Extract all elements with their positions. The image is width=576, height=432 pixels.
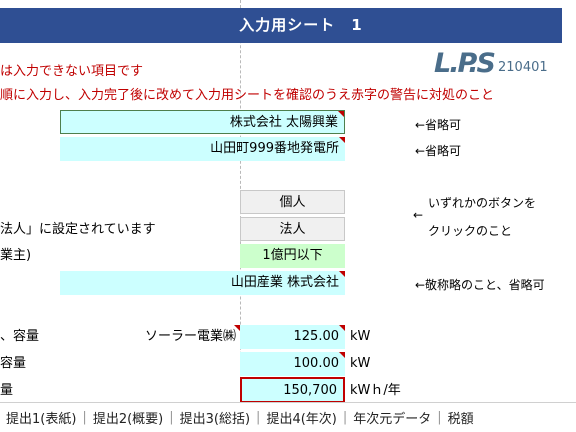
vendor-name-field[interactable]: 山田産業 株式会社 (60, 271, 345, 295)
choose-arrow: ← (413, 208, 424, 222)
capacity-label: 、容量 (0, 329, 40, 344)
company-name-field[interactable]: 株式会社 太陽興業 (60, 110, 345, 134)
tab-tax[interactable]: 税額 (442, 408, 480, 427)
instruction-line-2: 順に入力し、入力完了後に改めて入力用シートを確認のうえ赤字の警告に対処のこと (0, 88, 495, 103)
generation-unit: kWｈ/年 (350, 383, 401, 398)
honorific-note: ←敬称略のこと、省略可 (415, 278, 545, 292)
corporate-button[interactable]: 法人 (240, 217, 345, 241)
tab-submit-4[interactable]: 提出4(年次) (260, 408, 342, 427)
tab-submit-1[interactable]: 提出1(表紙) (0, 408, 82, 427)
tab-submit-3[interactable]: 提出3(総括) (174, 408, 256, 427)
tab-annual-data[interactable]: 年次元データ (347, 408, 437, 427)
plant-name-field[interactable]: 山田町999番地発電所 (60, 137, 345, 161)
lps-logo: L.P.S (434, 48, 496, 79)
sheet-title: 入力用シート 1 (239, 16, 363, 34)
individual-button[interactable]: 個人 (240, 190, 345, 214)
choose-note-2: クリックのこと (428, 224, 513, 238)
capital-label: 業主) (0, 248, 32, 263)
capacity2-field[interactable]: 100.00 (240, 352, 345, 376)
generation-field[interactable]: 150,700 (240, 377, 345, 403)
maker-field[interactable]: ソーラー電業㈱ (130, 325, 240, 349)
corporate-set-text: 法人」に設定されています (0, 222, 156, 237)
omit-note-2: ←省略可 (415, 144, 462, 158)
instruction-line-1: は入力できない項目です (0, 64, 144, 79)
sheet-tab-bar: 提出1(表紙) | 提出2(概要) | 提出3(総括) | 提出4(年次) | 年次元デ… (0, 402, 576, 432)
capacity-field[interactable]: 125.00 (240, 325, 345, 349)
capacity2-label: 容量 (0, 356, 27, 371)
capacity2-unit: kW (350, 356, 371, 371)
capital-field[interactable]: 1億円以下 (240, 244, 345, 268)
logo-code: 210401 (498, 60, 548, 75)
choose-note-1: いずれかのボタンを (428, 196, 537, 210)
capacity-unit: kW (350, 329, 371, 344)
omit-note-1: ←省略可 (415, 118, 462, 132)
generation-label: 量 (0, 383, 14, 398)
tab-submit-2[interactable]: 提出2(概要) (87, 408, 169, 427)
